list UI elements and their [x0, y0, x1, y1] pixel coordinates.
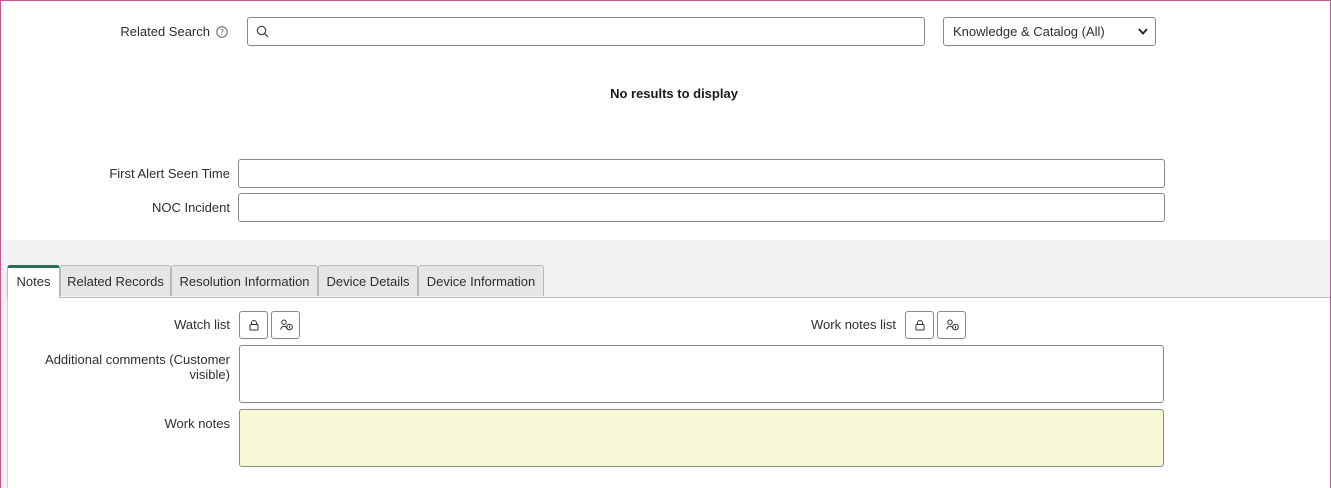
lock-icon [249, 320, 259, 331]
watch-list-label: Watch list [174, 317, 230, 332]
watch-list-add-me-button[interactable] [271, 311, 300, 339]
additional-comments-label-line2-text: visible [189, 367, 226, 382]
add-me-icon [946, 319, 959, 331]
first-alert-seen-time-label: First Alert Seen Time [109, 166, 230, 181]
watch-list-unlock-button[interactable] [239, 311, 268, 339]
help-icon[interactable]: ? [216, 26, 228, 41]
first-alert-seen-time-field[interactable] [238, 159, 1165, 188]
additional-comments-label: Additional comments (Customer visible) [20, 352, 230, 382]
lock-icon [915, 320, 925, 331]
search-icon [256, 25, 269, 38]
tab-related-records[interactable]: Related Records [60, 265, 171, 296]
work-notes-label: Work notes [164, 416, 230, 431]
tab-notes[interactable]: Notes [7, 265, 60, 298]
related-search-field[interactable] [247, 17, 925, 46]
work-notes-textarea[interactable] [239, 409, 1164, 467]
additional-comments-label-line1: Additional comments (Customer [45, 352, 230, 367]
tab-device-details[interactable]: Device Details [318, 265, 418, 296]
noc-incident-label: NOC Incident [151, 200, 230, 215]
no-results-message: No results to display [610, 86, 738, 101]
add-me-icon [280, 319, 293, 331]
additional-comments-label-line2-close: ) [225, 367, 230, 382]
search-scope-value: Knowledge & Catalog (All) [953, 24, 1105, 39]
additional-comments-textarea[interactable] [239, 345, 1164, 403]
tab-resolution-information[interactable]: Resolution Information [171, 265, 318, 296]
svg-text:?: ? [220, 28, 224, 37]
work-notes-list-add-me-button[interactable] [937, 311, 966, 339]
noc-incident-field[interactable] [238, 193, 1165, 222]
related-search-input[interactable] [276, 20, 920, 45]
work-notes-list-unlock-button[interactable] [905, 311, 934, 339]
chevron-down-icon [1138, 28, 1148, 35]
additional-comments-label-line2: visible) [20, 367, 230, 382]
related-search-label: Related Search [120, 24, 210, 39]
tab-device-information[interactable]: Device Information [418, 265, 544, 296]
search-scope-select[interactable]: Knowledge & Catalog (All) [943, 17, 1156, 46]
work-notes-list-label: Work notes list [810, 317, 896, 332]
